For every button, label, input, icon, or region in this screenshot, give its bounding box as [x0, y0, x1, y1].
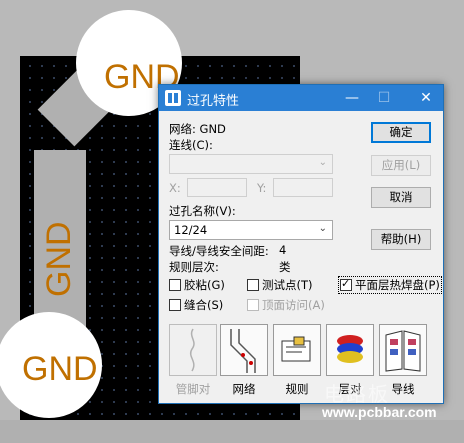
help-button[interactable]: 帮助(H) — [371, 229, 431, 250]
clearance-label: 导线/导线安全间距: — [169, 244, 269, 258]
minimize-icon[interactable]: — — [337, 85, 367, 111]
rules-icon — [281, 336, 311, 362]
pin-pair-icon — [189, 328, 195, 372]
pin-pair-tile — [169, 324, 217, 376]
route-select: ⌄ — [169, 154, 333, 174]
y-label: Y: — [257, 181, 267, 195]
apply-button: 应用(L) — [371, 155, 431, 176]
watermark-title: 电路板 — [324, 384, 390, 406]
clearance-value: 4 — [279, 243, 287, 257]
rule-level-label: 规则层次: — [169, 260, 219, 274]
chevron-down-icon: ⌄ — [318, 157, 327, 168]
net-label: 网络: GND — [169, 122, 226, 136]
x-input — [187, 178, 247, 197]
rules-tile[interactable] — [273, 324, 321, 376]
layer-pair-icon — [337, 335, 363, 363]
rule-level-value: 类 — [279, 260, 291, 274]
cancel-button[interactable]: 取消 — [371, 187, 431, 208]
via-name-label: 过孔名称(V): — [169, 204, 236, 218]
y-input — [273, 178, 333, 197]
route-label: 连线(C): — [169, 138, 213, 152]
via-name-select[interactable]: 12/24 ⌄ — [169, 220, 333, 240]
x-label: X: — [169, 181, 181, 195]
dialog-title-bar[interactable]: 过孔特性 — ☐ ✕ — [159, 85, 443, 111]
glue-checkbox[interactable]: 胶粘(G) — [169, 277, 225, 293]
pad-bottom-label: GND — [22, 350, 98, 388]
trace-tile[interactable] — [379, 324, 427, 376]
chevron-down-icon: ⌄ — [318, 223, 327, 234]
testpoint-checkbox[interactable]: 测试点(T) — [247, 277, 313, 293]
dialog-title: 过孔特性 — [187, 94, 240, 109]
thermal-checkbox[interactable]: ✓ 平面层热焊盘(P) — [338, 276, 442, 294]
trace-net-label: GND — [40, 221, 78, 297]
via-properties-dialog: 过孔特性 — ☐ ✕ 网络: GND 连线(C): ⌄ X: Y: 过孔名称(V… — [158, 84, 444, 404]
page-access-checkbox: 顶面访问(A) — [247, 297, 325, 313]
net-tile[interactable] — [220, 324, 268, 376]
close-icon[interactable]: ✕ — [411, 85, 441, 111]
net-icon — [230, 329, 256, 373]
pin-pair-caption: 管脚对 — [175, 382, 211, 396]
layer-pair-tile[interactable] — [326, 324, 374, 376]
ok-button[interactable]: 确定 — [371, 122, 431, 143]
maximize-icon: ☐ — [377, 90, 391, 106]
checkmark-icon: ✓ — [341, 277, 351, 290]
book-icon — [385, 330, 421, 372]
watermark-url: www.pcbbar.com — [322, 404, 437, 420]
watermark: 电路板 www.pcbbar.com — [306, 378, 464, 424]
net-caption: 网络 — [232, 382, 256, 396]
stitch-checkbox[interactable]: 缝合(S) — [169, 297, 223, 313]
app-icon — [165, 90, 181, 106]
